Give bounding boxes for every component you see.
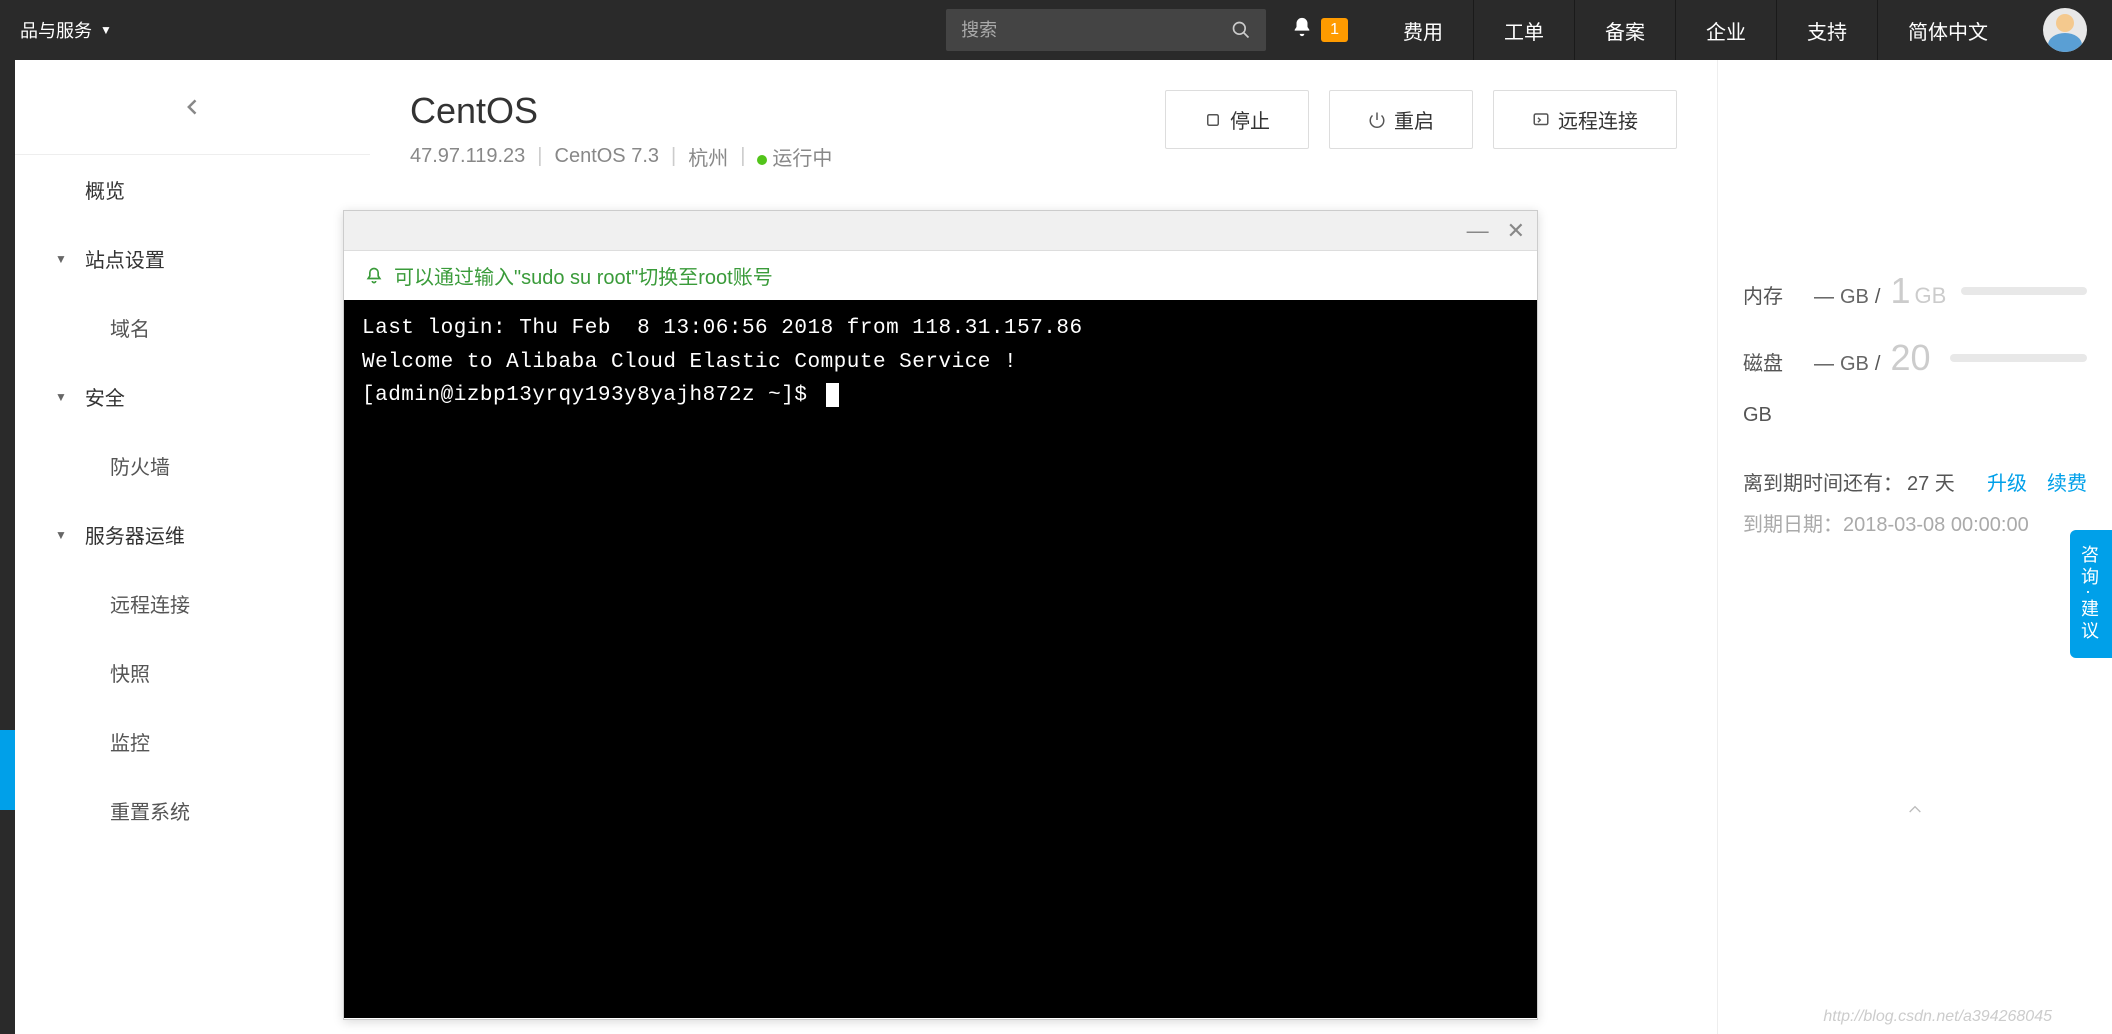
topnav-billing[interactable]: 费用 (1373, 0, 1474, 60)
topnav-icp[interactable]: 备案 (1575, 0, 1676, 60)
status-dot-icon (757, 155, 767, 165)
terminal-titlebar[interactable]: — ✕ (344, 211, 1537, 251)
back-button[interactable] (15, 60, 370, 155)
topnav-language[interactable]: 简体中文 (1878, 0, 2018, 60)
sidebar-group-site[interactable]: ▼站点设置 (15, 224, 370, 293)
left-rail-indicator (0, 730, 15, 810)
notifications[interactable]: 1 (1266, 16, 1373, 44)
watermark: http://blog.csdn.net/a394268045 (1823, 1008, 2052, 1026)
sidebar: 概览 ▼站点设置 域名 ▼安全 防火墙 ▼服务器运维 远程连接 快照 监控 重置… (15, 60, 370, 1034)
terminal-window: — ✕ 可以通过输入"sudo su root"切换至root账号 Last l… (343, 210, 1538, 1020)
stop-button[interactable]: 停止 (1165, 90, 1309, 149)
bell-outline-icon (364, 266, 384, 286)
memory-bar (1961, 287, 2087, 295)
page-title: CentOS (410, 90, 832, 132)
power-icon (1368, 111, 1386, 129)
stop-icon (1204, 111, 1222, 129)
search-input[interactable] (946, 20, 1216, 41)
sidebar-group-ops[interactable]: ▼服务器运维 (15, 500, 370, 569)
instance-ip: 47.97.119.23 (410, 145, 525, 168)
left-rail (0, 60, 15, 1034)
memory-stat: 内存 — GB / 1 GB (1743, 270, 2087, 312)
notification-badge: 1 (1321, 18, 1348, 42)
products-label: 品与服务 (20, 17, 92, 43)
terminal-hint: 可以通过输入"sudo su root"切换至root账号 (344, 251, 1537, 300)
search-icon (1231, 20, 1251, 40)
remote-button[interactable]: 远程连接 (1493, 90, 1677, 149)
sidebar-group-security[interactable]: ▼安全 (15, 362, 370, 431)
sidebar-item-reset[interactable]: 重置系统 (15, 776, 370, 845)
topnav-enterprise[interactable]: 企业 (1676, 0, 1777, 60)
search-button[interactable] (1216, 9, 1266, 51)
products-menu[interactable]: 品与服务 ▼ (0, 17, 132, 43)
upgrade-link[interactable]: 升级 (1987, 467, 2027, 496)
terminal-icon (1532, 111, 1550, 129)
chevron-down-icon: ▼ (100, 23, 112, 37)
terminal-line: Last login: Thu Feb 8 13:06:56 2018 from… (362, 312, 1519, 346)
terminal-body[interactable]: Last login: Thu Feb 8 13:06:56 2018 from… (344, 300, 1537, 1018)
cursor-icon (826, 383, 839, 407)
bell-icon (1291, 16, 1313, 44)
top-bar: 品与服务 ▼ 1 费用 工单 备案 企业 支持 简体中文 (0, 0, 2112, 60)
sidebar-item-firewall[interactable]: 防火墙 (15, 431, 370, 500)
sidebar-overview[interactable]: 概览 (15, 155, 370, 224)
page-meta: 47.97.119.23 | CentOS 7.3 | 杭州 | 运行中 (410, 142, 832, 171)
disk-unit-line: GB (1743, 404, 2087, 427)
chevron-left-icon (183, 92, 203, 122)
collapse-panel[interactable] (1743, 797, 2087, 825)
topnav-tickets[interactable]: 工单 (1474, 0, 1575, 60)
restart-button[interactable]: 重启 (1329, 90, 1473, 149)
expiry-days: 27 天 (1907, 467, 1955, 496)
avatar[interactable] (2043, 8, 2087, 52)
terminal-line: Welcome to Alibaba Cloud Elastic Compute… (362, 346, 1519, 380)
disk-stat: 磁盘 — GB / 20 (1743, 337, 2087, 379)
close-icon[interactable]: ✕ (1507, 218, 1525, 244)
sidebar-item-remote[interactable]: 远程连接 (15, 569, 370, 638)
sidebar-item-monitor[interactable]: 监控 (15, 707, 370, 776)
feedback-tab[interactable]: 咨询·建议 (2070, 530, 2112, 658)
minimize-icon[interactable]: — (1467, 218, 1489, 244)
renew-link[interactable]: 续费 (2047, 467, 2087, 496)
search-box (946, 9, 1266, 51)
topnav-support[interactable]: 支持 (1777, 0, 1878, 60)
terminal-prompt: [admin@izbp13yrqy193y8yajh872z ~]$ (362, 379, 1519, 413)
caret-down-icon: ▼ (55, 252, 67, 266)
expiry-date-value: 2018-03-08 00:00:00 (1843, 514, 2029, 536)
expiry-prefix: 离到期时间还有： (1743, 467, 1903, 496)
sidebar-item-snapshot[interactable]: 快照 (15, 638, 370, 707)
caret-down-icon: ▼ (55, 528, 67, 542)
disk-bar (1950, 354, 2087, 362)
sidebar-item-domain[interactable]: 域名 (15, 293, 370, 362)
instance-os: CentOS 7.3 (555, 145, 660, 168)
chevron-up-icon (1901, 802, 1929, 818)
expiry-date-label: 到期日期： (1743, 514, 1843, 536)
right-panel: 内存 — GB / 1 GB 磁盘 — GB / 20 GB 离到期时间还有： … (1717, 60, 2112, 1034)
instance-status: 运行中 (772, 148, 832, 170)
caret-down-icon: ▼ (55, 390, 67, 404)
instance-region: 杭州 (688, 142, 728, 171)
